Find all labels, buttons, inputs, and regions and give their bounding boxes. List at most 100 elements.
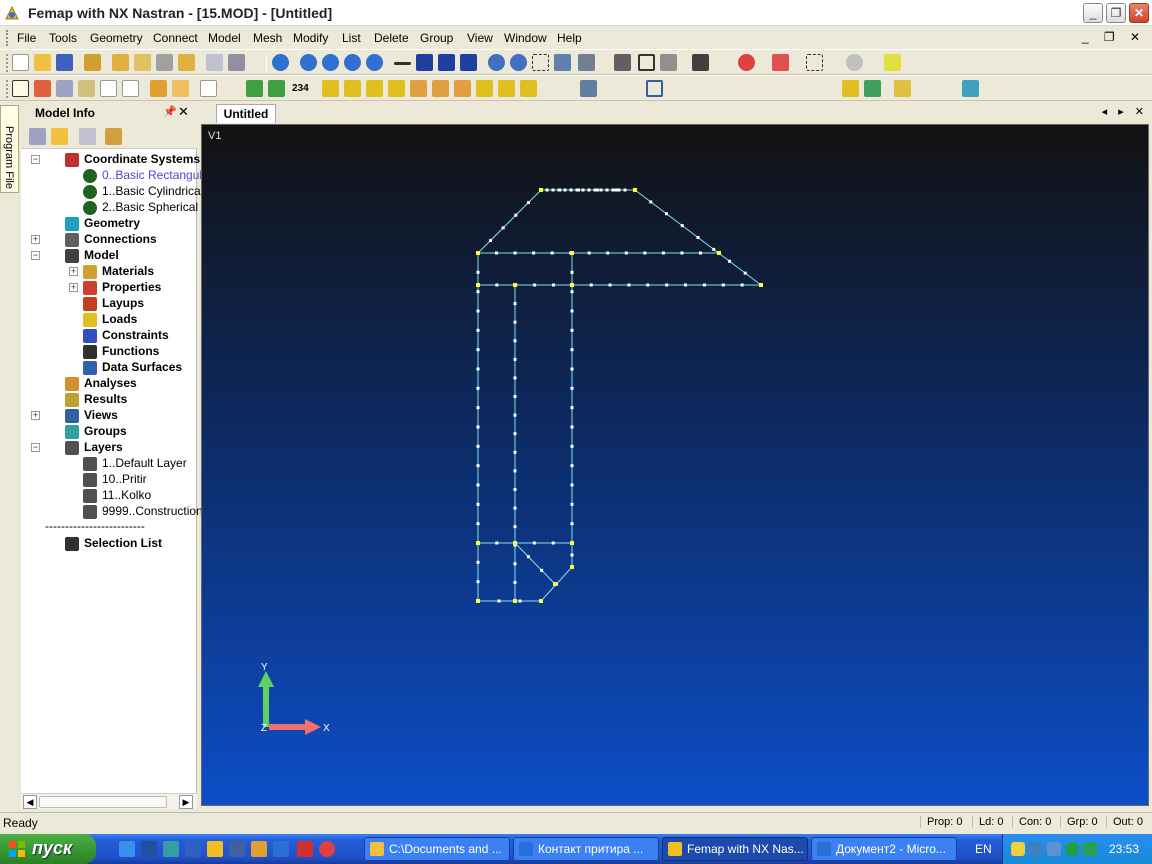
data-table-icon[interactable]: [56, 80, 73, 97]
program-file-icon[interactable]: [122, 80, 139, 97]
rotate-x-icon[interactable]: [416, 54, 433, 71]
menu-file[interactable]: File: [17, 31, 36, 45]
menu-connect[interactable]: Connect: [153, 31, 198, 45]
rotate-z-icon[interactable]: [460, 54, 477, 71]
restore-button[interactable]: ❐: [1106, 3, 1126, 23]
element-icon[interactable]: [454, 80, 471, 97]
menu-geometry[interactable]: Geometry: [90, 31, 143, 45]
menu-help[interactable]: Help: [557, 31, 582, 45]
expand-icon[interactable]: +: [31, 411, 40, 420]
line-icon[interactable]: [394, 62, 411, 65]
femap-app-icon[interactable]: [4, 5, 20, 21]
arrow-left-icon[interactable]: [300, 54, 317, 71]
folder-up-icon[interactable]: [51, 128, 68, 145]
print-icon[interactable]: [228, 54, 245, 71]
shape-icon[interactable]: [962, 80, 979, 97]
quick-launch-icon-7[interactable]: [251, 841, 267, 857]
select-entity-icon[interactable]: [738, 54, 755, 71]
render-icon[interactable]: [638, 54, 655, 71]
antivirus-tray-icon[interactable]: [1083, 842, 1097, 856]
snap-icon[interactable]: [846, 54, 863, 71]
view-options-icon[interactable]: [614, 54, 631, 71]
model-geometry[interactable]: Y X Z: [202, 125, 1148, 805]
edit-icon[interactable]: [200, 80, 217, 97]
collapse-icon[interactable]: −: [31, 443, 40, 452]
security-tray-icon[interactable]: [1011, 842, 1025, 856]
ie-icon[interactable]: [119, 841, 135, 857]
pick-icon[interactable]: [772, 54, 789, 71]
tree-options-icon[interactable]: [29, 128, 46, 145]
results-icon[interactable]: [178, 54, 195, 71]
mesh-icon[interactable]: [498, 80, 515, 97]
graphics-viewport[interactable]: V1 Y X Z: [201, 124, 1149, 806]
arrow-down-icon[interactable]: [366, 54, 383, 71]
quick-launch-icon-4[interactable]: [185, 841, 201, 857]
arrow-right-icon[interactable]: [79, 128, 96, 145]
meshing-toolbox-icon[interactable]: [150, 80, 167, 97]
network-tray-icon[interactable]: [1029, 842, 1043, 856]
entity-editor-icon[interactable]: [34, 80, 51, 97]
new-file-icon[interactable]: [12, 54, 29, 71]
program-file-tab[interactable]: Program File: [0, 105, 19, 193]
menu-grip[interactable]: [6, 30, 9, 46]
task-word-document2[interactable]: Документ2 - Micro...: [811, 837, 957, 861]
grid-icon[interactable]: [646, 80, 663, 97]
menu-tools[interactable]: Tools: [49, 31, 77, 45]
copy-icon[interactable]: [206, 54, 223, 71]
quick-launch-icon-10[interactable]: [319, 841, 335, 857]
zoom-window-icon[interactable]: [532, 54, 549, 71]
align-icon[interactable]: [580, 80, 597, 97]
postprocessing-toolbox-icon[interactable]: [172, 80, 189, 97]
face-icon[interactable]: [864, 80, 881, 97]
filter-icon[interactable]: [246, 80, 263, 97]
label-numbers-icon[interactable]: 234: [292, 80, 309, 97]
word-icon[interactable]: [273, 841, 289, 857]
collapse-icon[interactable]: −: [31, 155, 40, 164]
toolbar-grip[interactable]: [6, 80, 9, 98]
zoom-in-icon[interactable]: [488, 54, 505, 71]
curve-icon[interactable]: [344, 80, 361, 97]
scroll-left-arrow[interactable]: ◀: [23, 795, 37, 809]
menu-modify[interactable]: Modify: [293, 31, 328, 45]
pencil-icon[interactable]: [894, 80, 911, 97]
panel-close-icon[interactable]: ✕: [178, 104, 189, 120]
expand-icon[interactable]: +: [69, 283, 78, 292]
task-word-contact[interactable]: Контакт притира ...: [513, 837, 659, 861]
femap-launch-icon[interactable]: [207, 841, 223, 857]
text-icon[interactable]: [388, 80, 405, 97]
messages-icon[interactable]: [100, 80, 117, 97]
start-button[interactable]: пуск: [0, 834, 96, 864]
task-explorer[interactable]: C:\Documents and ...: [364, 837, 510, 861]
open-folder-icon[interactable]: [34, 54, 51, 71]
panel-scrollbar[interactable]: ◀ ▶: [21, 793, 197, 809]
archive-icon[interactable]: [229, 841, 245, 857]
explorer-icon[interactable]: [141, 841, 157, 857]
rotate-y-icon[interactable]: [438, 54, 455, 71]
help-icon[interactable]: [272, 54, 289, 71]
load-icon[interactable]: [520, 80, 537, 97]
filter-off-icon[interactable]: [268, 80, 285, 97]
acrobat-icon[interactable]: [297, 841, 313, 857]
box-select-icon[interactable]: [806, 54, 823, 71]
menu-delete[interactable]: Delete: [374, 31, 409, 45]
menu-mesh[interactable]: Mesh: [253, 31, 282, 45]
tab-navigation[interactable]: ◂ ▸ ✕: [1102, 105, 1148, 118]
layers-icon[interactable]: [692, 54, 709, 71]
task-femap[interactable]: Femap with NX Nas...: [662, 837, 808, 861]
volume-tray-icon[interactable]: [1047, 842, 1061, 856]
model-info-icon[interactable]: [12, 80, 29, 97]
point-icon[interactable]: [322, 80, 339, 97]
arrow-right-icon[interactable]: [322, 54, 339, 71]
property-icon[interactable]: [410, 80, 427, 97]
save-icon[interactable]: [56, 54, 73, 71]
menu-model[interactable]: Model: [208, 31, 241, 45]
scroll-right-arrow[interactable]: ▶: [179, 795, 193, 809]
menu-group[interactable]: Group: [420, 31, 453, 45]
export-icon[interactable]: [134, 54, 151, 71]
analyze-icon[interactable]: [156, 54, 173, 71]
collapse-icon[interactable]: −: [31, 251, 40, 260]
pin-icon[interactable]: 📌: [163, 105, 177, 118]
mdi-window-controls[interactable]: _ ❐ ✕: [1082, 30, 1146, 44]
menu-window[interactable]: Window: [504, 31, 547, 45]
zoom-out-icon[interactable]: [510, 54, 527, 71]
